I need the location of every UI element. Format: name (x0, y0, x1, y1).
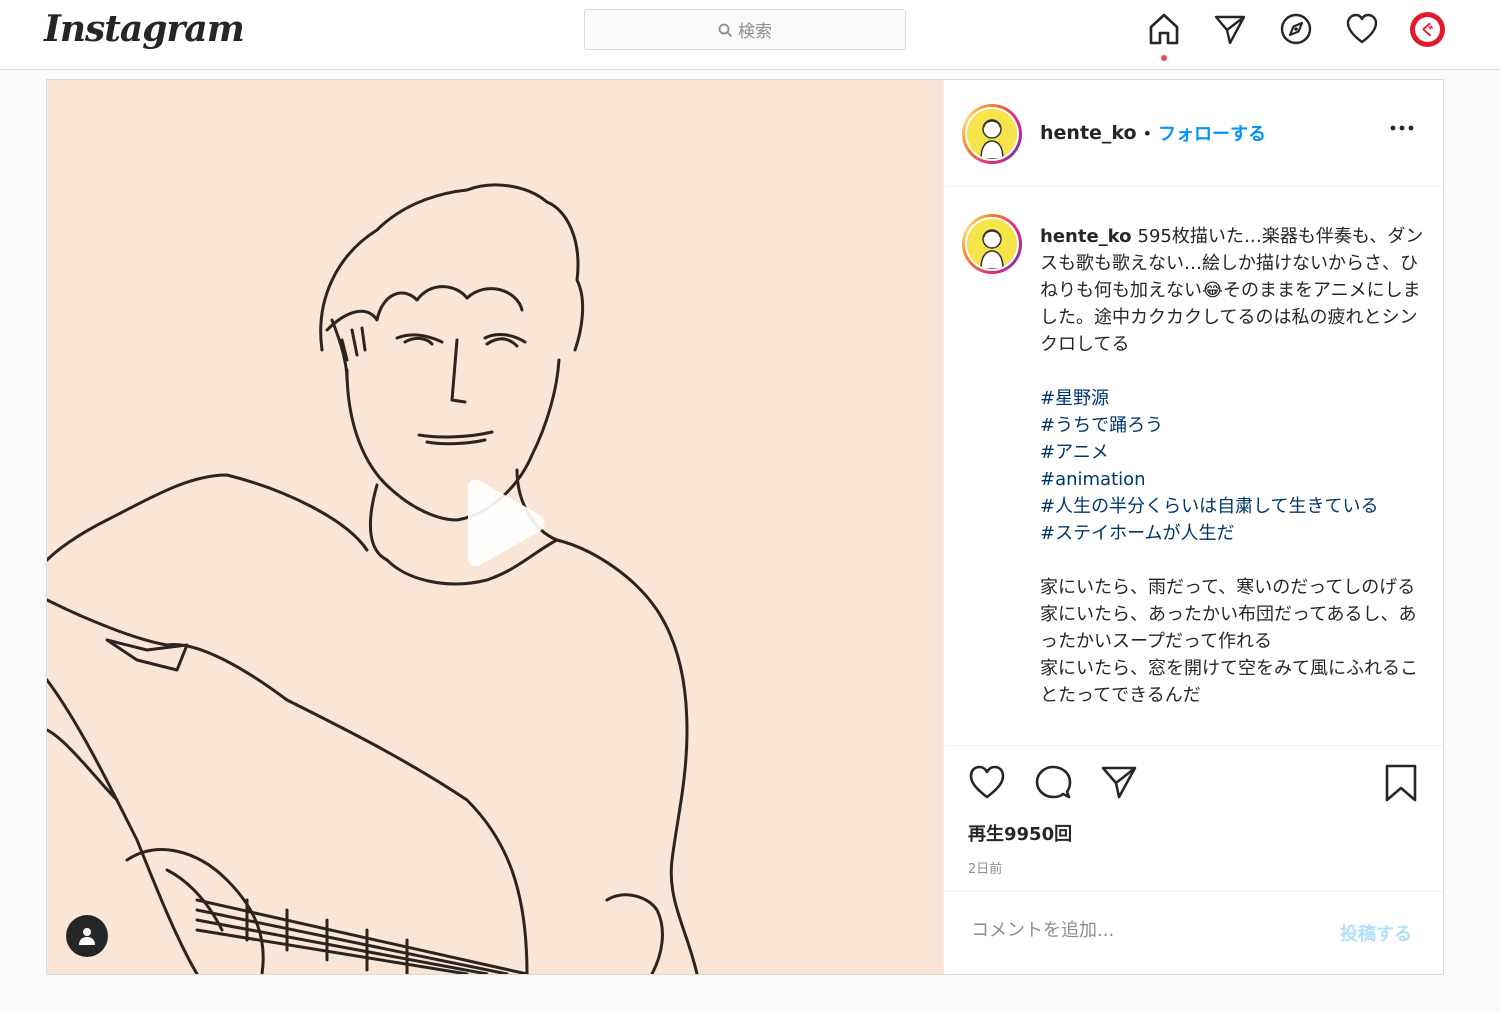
author-avatar-image (967, 109, 1017, 159)
caption-section: hente_ko 595枚描いた…楽器も伴奏も、ダンスも歌も歌えない…絵しか描けな… (944, 188, 1444, 746)
post-card: hente_ko • フォローする hente_ko 595枚描いた…楽器も伴奏… (46, 79, 1444, 975)
share-icon[interactable] (1100, 764, 1138, 800)
hashtag-link[interactable]: #animation (1040, 466, 1425, 493)
post-caption: hente_ko 595枚描いた…楽器も伴奏も、ダンスも歌も歌えない…絵しか描けな… (1040, 223, 1425, 709)
person-icon (79, 928, 95, 945)
post-header: hente_ko • フォローする (944, 80, 1444, 187)
home-notification-dot (1161, 55, 1167, 61)
view-count[interactable]: 再生9950回 (968, 820, 1072, 846)
hashtag-link[interactable]: #星野源 (1040, 385, 1425, 412)
post-side-panel: hente_ko • フォローする hente_ko 595枚描いた…楽器も伴奏… (943, 80, 1444, 974)
search-icon (718, 23, 732, 37)
caption-author-avatar[interactable] (962, 214, 1022, 274)
direct-icon[interactable] (1212, 11, 1248, 47)
profile-avatar-glyph: ぐ (1415, 17, 1440, 42)
caption-body-line: 家にいたら、雨だって、寒いのだってしのげる (1040, 577, 1416, 598)
activity-heart-icon[interactable] (1344, 11, 1380, 47)
profile-avatar[interactable]: ぐ (1410, 12, 1445, 47)
hashtag-link[interactable]: #アニメ (1040, 439, 1425, 466)
post-actions: 再生9950回 2日前 (944, 746, 1444, 891)
search-placeholder: 検索 (738, 22, 772, 42)
search-box[interactable]: 検索 (584, 9, 906, 50)
explore-icon[interactable] (1278, 11, 1314, 47)
follow-button[interactable]: フォローする (1158, 120, 1266, 146)
play-icon[interactable] (450, 475, 550, 575)
author-username[interactable]: hente_ko (1040, 122, 1137, 144)
caption-body-line: 家にいたら、窓を開けて空をみて風にふれることたってできるんだ (1040, 658, 1418, 706)
ellipsis-icon[interactable] (1390, 123, 1414, 133)
tagged-users-button[interactable] (66, 915, 108, 957)
comment-form: 投稿する (944, 891, 1444, 974)
caption-username[interactable]: hente_ko (1040, 226, 1132, 247)
like-heart-icon[interactable] (968, 764, 1006, 800)
bookmark-icon[interactable] (1384, 764, 1418, 802)
header-separator: • (1142, 123, 1153, 143)
post-timestamp[interactable]: 2日前 (968, 858, 1002, 877)
home-icon[interactable] (1146, 11, 1182, 47)
author-avatar[interactable] (962, 104, 1022, 164)
comment-icon[interactable] (1034, 764, 1072, 800)
top-navigation-bar: Instagram 検索 ぐ (0, 0, 1500, 70)
instagram-logo[interactable]: Instagram (44, 8, 245, 50)
comment-input[interactable] (971, 920, 1311, 941)
post-comment-button[interactable]: 投稿する (1340, 920, 1412, 946)
caption-body-line: 家にいたら、あったかい布団だってあるし、あったかいスープだって作れる (1040, 604, 1417, 652)
hashtag-link[interactable]: #人生の半分くらいは自粛して生きている (1040, 493, 1425, 520)
hashtag-link[interactable]: #うちで踊ろう (1040, 412, 1425, 439)
post-video[interactable] (47, 80, 943, 974)
hashtag-link[interactable]: #ステイホームが人生だ (1040, 520, 1425, 547)
caption-avatar-image (967, 219, 1017, 269)
